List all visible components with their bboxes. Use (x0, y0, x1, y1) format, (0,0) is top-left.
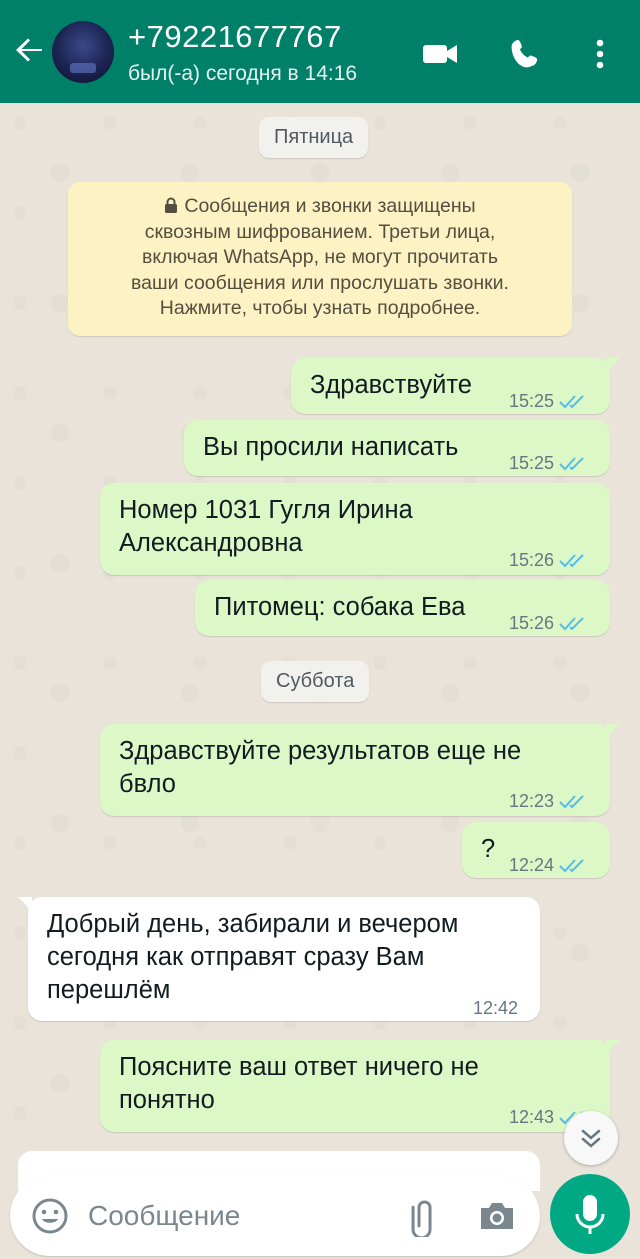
encryption-line: Сообщения и звонки защищены (82, 194, 558, 220)
video-call-icon[interactable] (420, 34, 460, 74)
message-line: Александровна (119, 529, 303, 557)
message-text: Поясните ваш ответ ничего не понятно (119, 1051, 479, 1117)
double-chevron-down-icon (581, 1129, 601, 1148)
message-text: Питомец: собака Ева (214, 593, 466, 621)
date-chip-saturday: Суббота (261, 661, 370, 702)
more-options-icon[interactable] (580, 34, 620, 74)
message-text: Здравствуйте (310, 371, 472, 399)
scroll-to-bottom-button[interactable] (564, 1111, 618, 1165)
message-bubble-outgoing[interactable]: ? 12:24 (462, 822, 610, 878)
message-bubble-outgoing[interactable]: Номер 1031 Гугля Ирина Александровна 15:… (100, 483, 610, 575)
message-line: перешлём (47, 976, 171, 1004)
message-line: Номер 1031 Гугля Ирина (119, 496, 413, 524)
message-line: Здравствуйте результатов еще не (119, 737, 522, 765)
last-seen-status: был(-а) сегодня в 14:16 (128, 62, 358, 85)
message-text: Здравствуйте результатов еще не бвло (119, 735, 521, 801)
emoji-icon[interactable] (30, 1196, 70, 1241)
attach-icon[interactable] (398, 1195, 440, 1242)
message-meta: 15:26 (509, 607, 588, 640)
encryption-notice[interactable]: Сообщения и звонки защищены сквозным шиф… (68, 182, 572, 336)
message-line: Добрый день, забирали и вечером (47, 910, 459, 938)
message-bubble-outgoing[interactable]: Вы просили написать 15:25 (184, 420, 610, 476)
message-time: 12:42 (473, 998, 519, 1018)
message-bubble-outgoing[interactable]: Здравствуйте 15:25 (291, 358, 620, 414)
message-line: сегодня как отправят сразу Вам (47, 943, 425, 971)
camera-icon[interactable] (476, 1195, 518, 1242)
message-line: Поясните ваш ответ ничего не (119, 1053, 479, 1081)
message-bubble-outgoing[interactable]: Поясните ваш ответ ничего не понятно 12:… (100, 1040, 620, 1132)
message-meta: 12:23 (509, 785, 588, 818)
read-receipt-icon (559, 457, 584, 471)
message-time: 15:26 (509, 550, 555, 570)
message-bubble-incoming[interactable]: Добрый день, забирали и вечером сегодня … (18, 897, 540, 1021)
message-meta: 15:26 (509, 544, 588, 577)
chat-header: +79221677767 был(-а) сегодня в 14:16 (0, 0, 640, 103)
back-arrow-icon[interactable] (12, 32, 48, 68)
message-meta: 15:25 (509, 385, 588, 418)
read-receipt-icon (559, 395, 584, 409)
encryption-line: ваши сообщения или прослушать звонки. (131, 271, 509, 294)
voice-call-icon[interactable] (507, 34, 547, 74)
read-receipt-icon (559, 859, 584, 873)
message-text: Вы просили написать (203, 433, 459, 461)
message-text: ? (481, 835, 496, 863)
message-composer: Сообщение (10, 1176, 540, 1256)
message-time: 15:25 (509, 391, 555, 411)
contact-name[interactable]: +79221677767 (128, 19, 342, 55)
read-receipt-icon (559, 554, 584, 568)
message-bubble-outgoing[interactable]: Питомец: собака Ева 15:26 (195, 580, 610, 636)
message-time: 12:43 (509, 1107, 555, 1127)
message-text: Добрый день, забирали и вечером сегодня … (47, 908, 458, 1007)
message-meta: 12:24 (509, 849, 588, 882)
encryption-line: Нажмите, чтобы узнать подробнее. (159, 297, 481, 319)
message-time: 12:24 (509, 855, 555, 875)
voice-record-button[interactable] (550, 1174, 630, 1254)
message-meta: 12:42 (473, 992, 518, 1025)
message-time: 15:26 (509, 613, 555, 633)
message-meta: 15:25 (509, 447, 588, 480)
message-time: 12:23 (509, 791, 555, 811)
date-chip-friday: Пятница (259, 117, 369, 158)
read-receipt-icon (559, 617, 584, 631)
mic-icon (575, 1195, 605, 1234)
message-line: понятно (119, 1086, 215, 1114)
message-line: бвло (119, 770, 176, 798)
message-text: Номер 1031 Гугля Ирина Александровна (119, 494, 413, 560)
message-input[interactable]: Сообщение (88, 1200, 240, 1232)
encryption-line: сквозным шифрованием. Третьи лица, (144, 220, 496, 243)
encryption-line: включая WhatsApp, не могут прочитать (141, 246, 499, 268)
contact-avatar[interactable] (52, 21, 114, 83)
message-time: 15:25 (509, 453, 555, 473)
message-bubble-outgoing[interactable]: Здравствуйте результатов еще не бвло 12:… (100, 724, 620, 818)
lock-icon (165, 197, 178, 213)
read-receipt-icon (559, 795, 584, 809)
